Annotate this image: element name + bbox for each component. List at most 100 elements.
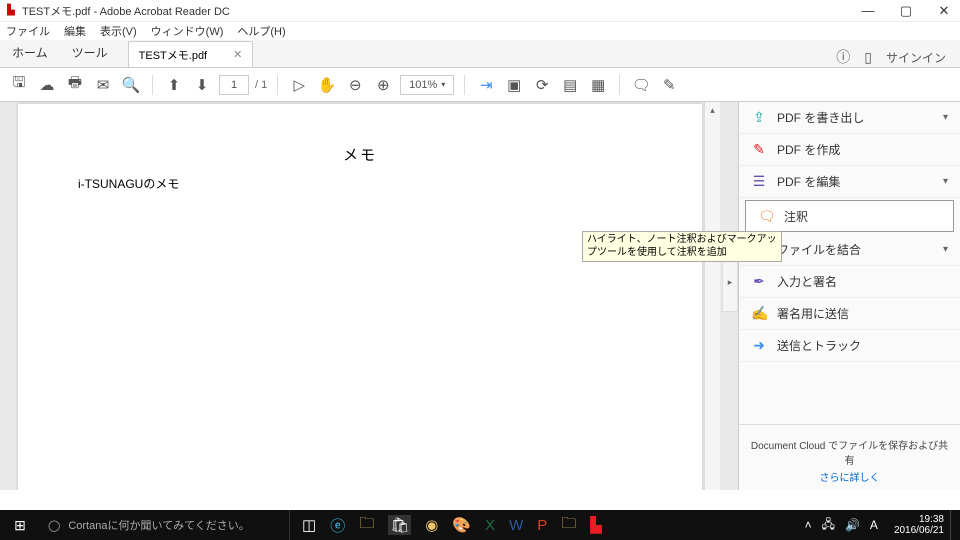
menu-file[interactable]: ファイル bbox=[6, 23, 50, 39]
tool-item-icon: ✍ bbox=[751, 305, 767, 322]
edge-icon[interactable]: ⓔ bbox=[330, 515, 345, 536]
cloud-icon[interactable]: ☁ bbox=[36, 74, 58, 96]
acrobat-icon[interactable]: ▙ bbox=[590, 516, 602, 534]
doc-body-text: i-TSUNAGUのメモ bbox=[78, 175, 642, 192]
ime-icon[interactable]: A bbox=[870, 518, 878, 532]
cortana-icon: ◯ bbox=[48, 519, 60, 532]
tool-item-icon: ⇪ bbox=[751, 109, 767, 126]
tool-item-3[interactable]: 🗨 注釈 bbox=[745, 200, 954, 232]
menu-edit[interactable]: 編集 bbox=[64, 23, 86, 39]
zoom-chevron-icon: ▾ bbox=[441, 80, 445, 89]
help-icon[interactable]: ⓘ bbox=[836, 47, 850, 67]
document-viewport[interactable]: メモ i-TSUNAGUのメモ ▴ ▸ bbox=[0, 102, 738, 490]
zoom-out-icon[interactable]: ⊖ bbox=[344, 74, 366, 96]
clock-date: 2016/06/21 bbox=[894, 525, 944, 536]
close-button[interactable]: ✕ bbox=[932, 3, 956, 19]
tool-item-label: ファイルを結合 bbox=[777, 241, 933, 258]
menu-view[interactable]: 表示(V) bbox=[100, 23, 137, 39]
clock-time: 19:38 bbox=[894, 514, 944, 525]
document-tab-label: TESTメモ.pdf bbox=[139, 47, 207, 63]
maximize-button[interactable]: ▢ bbox=[894, 3, 918, 19]
minimize-button[interactable]: — bbox=[856, 3, 880, 19]
explorer-icon[interactable]: 🗀 bbox=[359, 513, 374, 538]
folder-icon[interactable]: 🗀 bbox=[561, 513, 576, 538]
zoom-in-icon[interactable]: ⊕ bbox=[372, 74, 394, 96]
window-titlebar: ▙ TESTメモ.pdf - Adobe Acrobat Reader DC —… bbox=[0, 0, 960, 22]
window-title: TESTメモ.pdf - Adobe Acrobat Reader DC bbox=[22, 3, 856, 19]
view-mode-icon[interactable]: ▤ bbox=[559, 74, 581, 96]
chevron-down-icon: ▾ bbox=[943, 112, 948, 123]
tray-chevron-icon[interactable]: ˄ bbox=[805, 518, 812, 532]
network-icon[interactable]: 🖧 bbox=[822, 515, 835, 536]
powerpoint-icon[interactable]: P bbox=[537, 517, 547, 534]
fit-page-icon[interactable]: ▣ bbox=[503, 74, 525, 96]
tool-item-label: 署名用に送信 bbox=[777, 305, 948, 322]
email-icon[interactable]: ✉ bbox=[92, 74, 114, 96]
highlight-icon[interactable]: ✎ bbox=[658, 74, 680, 96]
windows-taskbar: ⊞ ◯ Cortanaに何か聞いてみてください。 ◫ ⓔ 🗀 🛍 ◉ 🎨 X W… bbox=[0, 510, 960, 540]
fit-width-icon[interactable]: ⇥ bbox=[475, 74, 497, 96]
menu-help[interactable]: ヘルプ(H) bbox=[237, 23, 285, 39]
tool-item-6[interactable]: ✍ 署名用に送信 bbox=[739, 298, 960, 330]
mobile-icon[interactable]: ▯ bbox=[864, 49, 872, 66]
tools-pane: ⇪PDF を書き出し▾✎PDF を作成☰PDF を編集▾🗨注釈◧ファイルを結合▾… bbox=[738, 102, 960, 490]
vertical-scrollbar[interactable]: ▴ bbox=[704, 102, 720, 490]
save-icon[interactable]: 🖫 bbox=[8, 74, 30, 96]
tool-item-2[interactable]: ☰ PDF を編集 ▾ bbox=[739, 166, 960, 198]
tool-item-7[interactable]: ➜ 送信とトラック bbox=[739, 330, 960, 362]
word-icon[interactable]: W bbox=[509, 517, 523, 534]
signin-link[interactable]: サインイン bbox=[886, 49, 946, 66]
tool-item-label: 注釈 bbox=[784, 208, 941, 225]
tab-tools[interactable]: ツール bbox=[60, 38, 120, 67]
store-icon[interactable]: 🛍 bbox=[388, 515, 411, 535]
system-tray[interactable]: ˄ 🖧 🔊 A bbox=[795, 515, 888, 536]
excel-icon[interactable]: X bbox=[485, 517, 495, 534]
tool-item-5[interactable]: ✒ 入力と署名 bbox=[739, 266, 960, 298]
main-toolbar: 🖫 ☁ 🖶 ✉ 🔍 ⬆ ⬇ 1 / 1 ▷ ✋ ⊖ ⊕ 101%▾ ⇥ ▣ ⟳ … bbox=[0, 68, 960, 102]
cortana-placeholder: Cortanaに何か聞いてみてください。 bbox=[68, 517, 249, 533]
tool-item-icon: ➜ bbox=[751, 337, 767, 354]
page-up-icon[interactable]: ⬆ bbox=[163, 74, 185, 96]
task-view-icon[interactable]: ◫ bbox=[302, 516, 316, 534]
hand-icon[interactable]: ✋ bbox=[316, 74, 338, 96]
menu-bar: ファイル 編集 表示(V) ウィンドウ(W) ヘルプ(H) bbox=[0, 22, 960, 40]
cortana-search[interactable]: ◯ Cortanaに何か聞いてみてください。 bbox=[40, 510, 290, 540]
rotate-icon[interactable]: ⟳ bbox=[531, 74, 553, 96]
paint-icon[interactable]: 🎨 bbox=[452, 516, 471, 534]
tool-item-label: 入力と署名 bbox=[777, 273, 948, 290]
chevron-down-icon: ▾ bbox=[943, 176, 948, 187]
comment-icon[interactable]: 🗨 bbox=[630, 74, 652, 96]
chrome-icon[interactable]: ◉ bbox=[425, 516, 438, 534]
scroll-up-icon[interactable]: ▴ bbox=[705, 102, 720, 118]
page-input[interactable]: 1 bbox=[219, 75, 249, 95]
doc-heading: メモ bbox=[78, 144, 642, 165]
tool-item-label: PDF を編集 bbox=[777, 173, 933, 190]
tool-item-icon: ✎ bbox=[751, 141, 767, 158]
cloud-footer-message: Document Cloud でファイルを保存および共有 bbox=[739, 424, 960, 469]
tool-item-1[interactable]: ✎PDF を作成 bbox=[739, 134, 960, 166]
app-icon: ▙ bbox=[4, 4, 18, 18]
volume-icon[interactable]: 🔊 bbox=[845, 518, 860, 532]
taskbar-clock[interactable]: 19:38 2016/06/21 bbox=[888, 514, 950, 536]
pdf-page: メモ i-TSUNAGUのメモ bbox=[18, 104, 702, 490]
menu-window[interactable]: ウィンドウ(W) bbox=[151, 23, 224, 39]
read-mode-icon[interactable]: ▦ bbox=[587, 74, 609, 96]
tool-item-0[interactable]: ⇪ PDF を書き出し ▾ bbox=[739, 102, 960, 134]
print-icon[interactable]: 🖶 bbox=[64, 74, 86, 96]
show-desktop-button[interactable] bbox=[950, 510, 960, 540]
start-button[interactable]: ⊞ bbox=[0, 517, 40, 534]
window-controls: — ▢ ✕ bbox=[856, 3, 956, 19]
tool-item-icon: 🗨 bbox=[758, 208, 774, 225]
tool-item-label: PDF を書き出し bbox=[777, 109, 933, 126]
page-down-icon[interactable]: ⬇ bbox=[191, 74, 213, 96]
tool-item-label: 送信とトラック bbox=[777, 337, 948, 354]
search-icon[interactable]: 🔍 bbox=[120, 74, 142, 96]
tool-item-icon: ☰ bbox=[751, 173, 767, 190]
tool-item-icon: ✒ bbox=[751, 273, 767, 290]
tab-home[interactable]: ホーム bbox=[0, 38, 60, 67]
zoom-dropdown[interactable]: 101%▾ bbox=[400, 75, 454, 95]
document-tab[interactable]: TESTメモ.pdf ✕ bbox=[128, 41, 254, 67]
learn-more-link[interactable]: さらに詳しく bbox=[739, 469, 960, 490]
select-icon[interactable]: ▷ bbox=[288, 74, 310, 96]
tab-close-icon[interactable]: ✕ bbox=[233, 48, 242, 61]
